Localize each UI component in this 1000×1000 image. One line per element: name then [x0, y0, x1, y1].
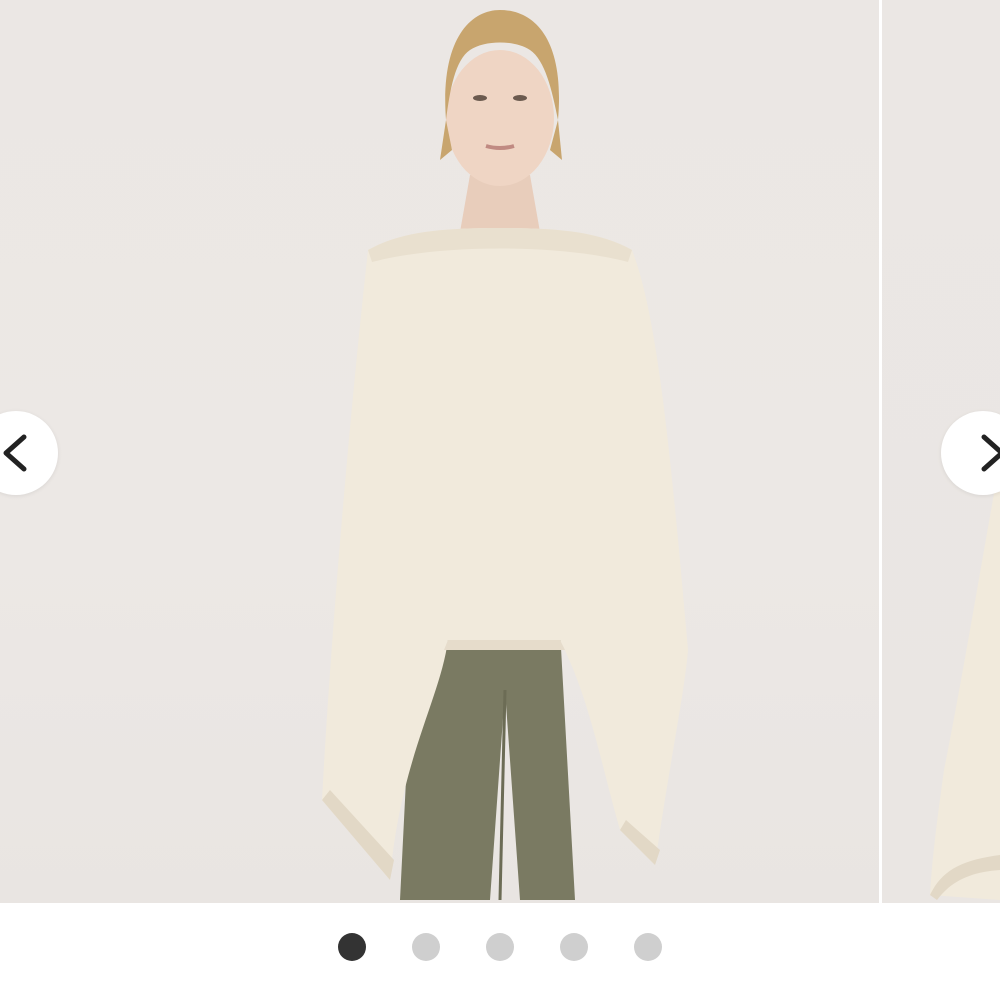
- carousel-pagination: [0, 933, 1000, 963]
- pagination-dot-5[interactable]: [634, 933, 662, 961]
- pagination-dot-4[interactable]: [560, 933, 588, 961]
- pagination-dot-2[interactable]: [412, 933, 440, 961]
- product-photo-model-poncho: [322, 10, 688, 901]
- product-image: [0, 0, 879, 903]
- product-image-carousel[interactable]: [0, 0, 1000, 903]
- pagination-dot-1[interactable]: [338, 933, 366, 961]
- pagination-dot-3[interactable]: [486, 933, 514, 961]
- chevron-right-icon: [981, 434, 1000, 472]
- chevron-left-icon: [3, 434, 27, 472]
